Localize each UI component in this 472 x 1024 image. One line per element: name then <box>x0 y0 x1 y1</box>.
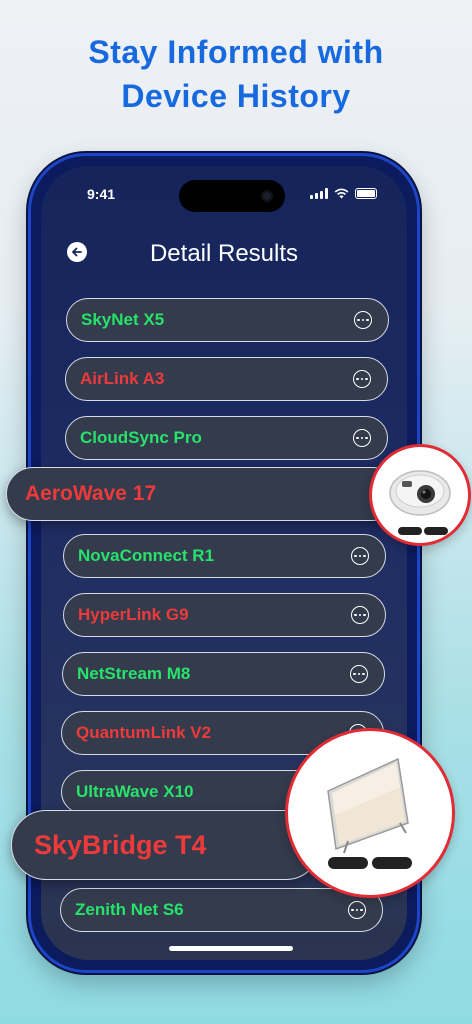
home-indicator <box>169 946 293 951</box>
mark-as-unsafe-button[interactable] <box>372 857 412 869</box>
headline: Stay Informed with Device History <box>0 30 472 118</box>
camera-preview-bubble <box>369 444 471 546</box>
device-name: NetStream M8 <box>77 664 191 683</box>
mark-as-safe-button[interactable] <box>398 527 422 535</box>
mark-as-safe-button[interactable] <box>328 857 368 869</box>
device-name: Zenith Net S6 <box>75 900 184 919</box>
device-name: SkyBridge T4 <box>34 829 207 860</box>
highlight-row-skybridge-t4[interactable]: SkyBridge T4 <box>11 810 321 880</box>
device-name: SkyNet X5 <box>81 310 165 329</box>
device-row-airlink-a3[interactable]: AirLink A3 <box>65 357 388 401</box>
battery-icon <box>355 188 377 199</box>
device-row-novaconnect-r1[interactable]: NovaConnect R1 <box>63 534 386 578</box>
device-name: HyperLink G9 <box>78 605 189 624</box>
device-row-netstream-m8[interactable]: NetStream M8 <box>62 652 385 696</box>
device-name: QuantumLink V2 <box>76 723 212 742</box>
device-name: NovaConnect R1 <box>78 546 215 565</box>
cellular-signal-icon <box>310 188 328 199</box>
device-row-cloudsync-pro[interactable]: CloudSync Pro <box>65 416 388 460</box>
headline-line-1: Stay Informed with <box>88 34 384 70</box>
more-options-icon[interactable] <box>353 429 371 447</box>
wifi-icon <box>334 188 349 199</box>
device-name: AirLink A3 <box>80 369 165 388</box>
dynamic-island <box>179 180 285 212</box>
camera-lens-icon <box>261 190 273 202</box>
television-image <box>327 757 409 854</box>
device-row-skynet-x5[interactable]: SkyNet X5 <box>66 298 389 342</box>
device-name: CloudSync Pro <box>80 428 202 447</box>
more-options-icon[interactable] <box>351 606 369 624</box>
device-name: UltraWave X10 <box>76 782 194 801</box>
mark-as-unsafe-button[interactable] <box>424 527 448 535</box>
more-options-icon[interactable] <box>354 311 372 329</box>
headline-line-2: Device History <box>121 78 351 114</box>
more-options-icon[interactable] <box>350 665 368 683</box>
tv-preview-bubble <box>285 728 455 898</box>
highlight-row-aerowave-17[interactable]: AeroWave 17 <box>6 467 400 521</box>
device-row-zenith-net-s6[interactable]: Zenith Net S6 <box>60 888 383 932</box>
status-icons <box>310 188 377 199</box>
more-options-icon[interactable] <box>348 901 366 919</box>
status-time: 9:41 <box>87 186 116 202</box>
more-options-icon[interactable] <box>351 547 369 565</box>
page-title: Detail Results <box>149 240 299 267</box>
device-name: AeroWave 17 <box>25 482 157 505</box>
more-options-icon[interactable] <box>353 370 371 388</box>
device-row-hyperlink-g9[interactable]: HyperLink G9 <box>63 593 386 637</box>
